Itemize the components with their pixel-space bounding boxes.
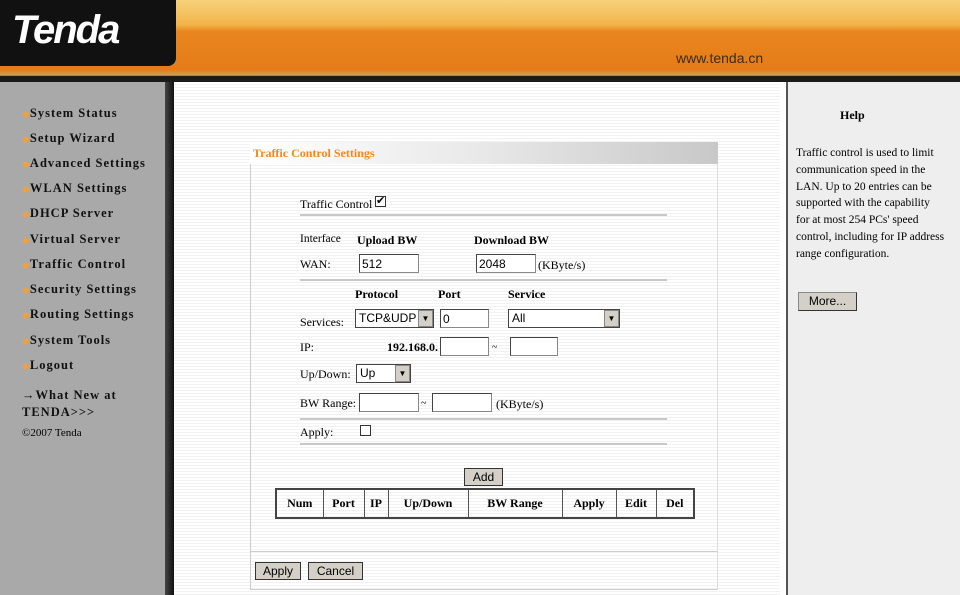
col-edit: Edit (616, 489, 656, 518)
bullet-icon: ◆ (22, 159, 29, 169)
bullet-icon: ◆ (22, 285, 29, 295)
bullet-icon: ◆ (22, 184, 29, 194)
whats-new-link[interactable]: →What New at TENDA>>> (22, 388, 117, 420)
port-header: Port (438, 287, 461, 302)
bullet-icon: ◆ (22, 361, 29, 371)
nav-label: Virtual Server (30, 232, 121, 246)
more-button[interactable]: More... (798, 292, 857, 311)
divider-line (251, 551, 717, 552)
col-bw-range: BW Range (468, 489, 562, 518)
service-select[interactable]: All ▼ (508, 309, 620, 328)
bullet-icon: ◆ (22, 134, 29, 144)
service-header: Service (508, 287, 545, 302)
tenda-logo: Tenda (0, 0, 176, 66)
upload-bw-header: Upload BW (357, 233, 417, 248)
interface-label: Interface (300, 233, 341, 245)
divider-line (300, 279, 667, 281)
bullet-icon: ◆ (22, 235, 29, 245)
col-ip: IP (364, 489, 388, 518)
bullet-icon: ◆ (22, 109, 29, 119)
apply-button[interactable]: Apply (255, 562, 301, 580)
nav-label: System Status (30, 106, 118, 120)
bw-min-input[interactable] (359, 393, 419, 412)
ip-end-input[interactable] (510, 337, 558, 356)
updown-label: Up/Down: (300, 367, 351, 382)
table-header-row: Num Port IP Up/Down BW Range Apply Edit … (276, 489, 694, 518)
nav-setup-wizard[interactable]: ◆Setup Wizard (22, 131, 115, 146)
sidebar-border (165, 82, 174, 595)
bullet-icon: ◆ (22, 336, 29, 346)
whats-new-line1: →What New at (22, 388, 117, 403)
add-button[interactable]: Add (464, 468, 503, 486)
chevron-down-icon: ▼ (604, 310, 619, 327)
nav-label: DHCP Server (30, 206, 114, 220)
nav-routing-settings[interactable]: ◆Routing Settings (22, 307, 134, 322)
nav-label: Advanced Settings (30, 156, 146, 170)
col-apply: Apply (562, 489, 616, 518)
download-bw-header: Download BW (474, 233, 549, 248)
nav-advanced-settings[interactable]: ◆Advanced Settings (22, 156, 146, 171)
updown-select[interactable]: Up ▼ (356, 364, 411, 383)
help-title: Help (840, 108, 865, 123)
col-del: Del (656, 489, 694, 518)
nav-label: WLAN Settings (30, 181, 127, 195)
service-value: All (512, 311, 525, 325)
nav-traffic-control[interactable]: ◆Traffic Control (22, 257, 126, 272)
wan-label: WAN: (300, 257, 331, 272)
col-num: Num (276, 489, 323, 518)
divider-line (300, 214, 667, 216)
nav-security-settings[interactable]: ◆Security Settings (22, 282, 137, 297)
bw-max-input[interactable] (432, 393, 492, 412)
nav-wlan-settings[interactable]: ◆WLAN Settings (22, 181, 127, 196)
bullet-icon: ◆ (22, 209, 29, 219)
port-input[interactable]: 0 (440, 309, 489, 328)
cancel-button[interactable]: Cancel (308, 562, 363, 580)
unit-label: (KByte/s) (496, 397, 543, 412)
traffic-control-checkbox[interactable]: ✔ (375, 196, 386, 207)
nav-label: Traffic Control (30, 257, 126, 271)
nav-label: Setup Wizard (30, 131, 116, 145)
nav-label: Security Settings (30, 282, 137, 296)
bullet-icon: ◆ (22, 260, 29, 270)
ip-label: IP: (300, 340, 314, 355)
nav-label: Logout (30, 358, 74, 372)
updown-value: Up (360, 366, 375, 380)
sidebar: ◆System Status ◆Setup Wizard ◆Advanced S… (0, 82, 166, 595)
traffic-control-label: Traffic Control (300, 197, 372, 212)
tilde: ~ (421, 398, 426, 409)
upload-bw-input[interactable]: 512 (359, 254, 419, 273)
chevron-down-icon: ▼ (418, 310, 433, 327)
nav-dhcp-server[interactable]: ◆DHCP Server (22, 206, 114, 221)
help-text: Traffic control is used to limit communi… (796, 145, 946, 263)
nav-virtual-server[interactable]: ◆Virtual Server (22, 232, 121, 247)
bullet-icon: ◆ (22, 310, 29, 320)
apply-label: Apply: (300, 425, 333, 440)
apply-checkbox[interactable] (360, 425, 371, 436)
nav-system-status[interactable]: ◆System Status (22, 106, 118, 121)
nav-logout[interactable]: ◆Logout (22, 358, 74, 373)
whats-new-line2: TENDA>>> (22, 405, 117, 420)
copyright: ©2007 Tenda (22, 427, 82, 439)
protocol-select[interactable]: TCP&UDP▼ (355, 309, 434, 328)
website-url: www.tenda.cn (676, 50, 763, 66)
col-updown: Up/Down (388, 489, 468, 518)
divider-line (300, 443, 667, 445)
nav-label: System Tools (30, 333, 111, 347)
nav-system-tools[interactable]: ◆System Tools (22, 333, 111, 348)
unit-label: (KByte/s) (538, 258, 585, 273)
chevron-down-icon: ▼ (395, 365, 410, 382)
bw-range-label: BW Range: (300, 396, 356, 411)
protocol-value: TCP&UDP (359, 311, 416, 325)
ip-prefix: 192.168.0. (387, 340, 438, 355)
download-bw-input[interactable]: 2048 (476, 254, 536, 273)
protocol-header: Protocol (355, 287, 398, 302)
ip-start-input[interactable] (440, 337, 489, 356)
rules-table: Num Port IP Up/Down BW Range Apply Edit … (275, 488, 695, 519)
divider-line (300, 418, 667, 420)
nav-label: Routing Settings (30, 307, 135, 321)
panel-title: Traffic Control Settings (250, 142, 718, 164)
services-label: Services: (300, 315, 344, 330)
col-port: Port (323, 489, 364, 518)
tilde: ~ (492, 342, 497, 353)
